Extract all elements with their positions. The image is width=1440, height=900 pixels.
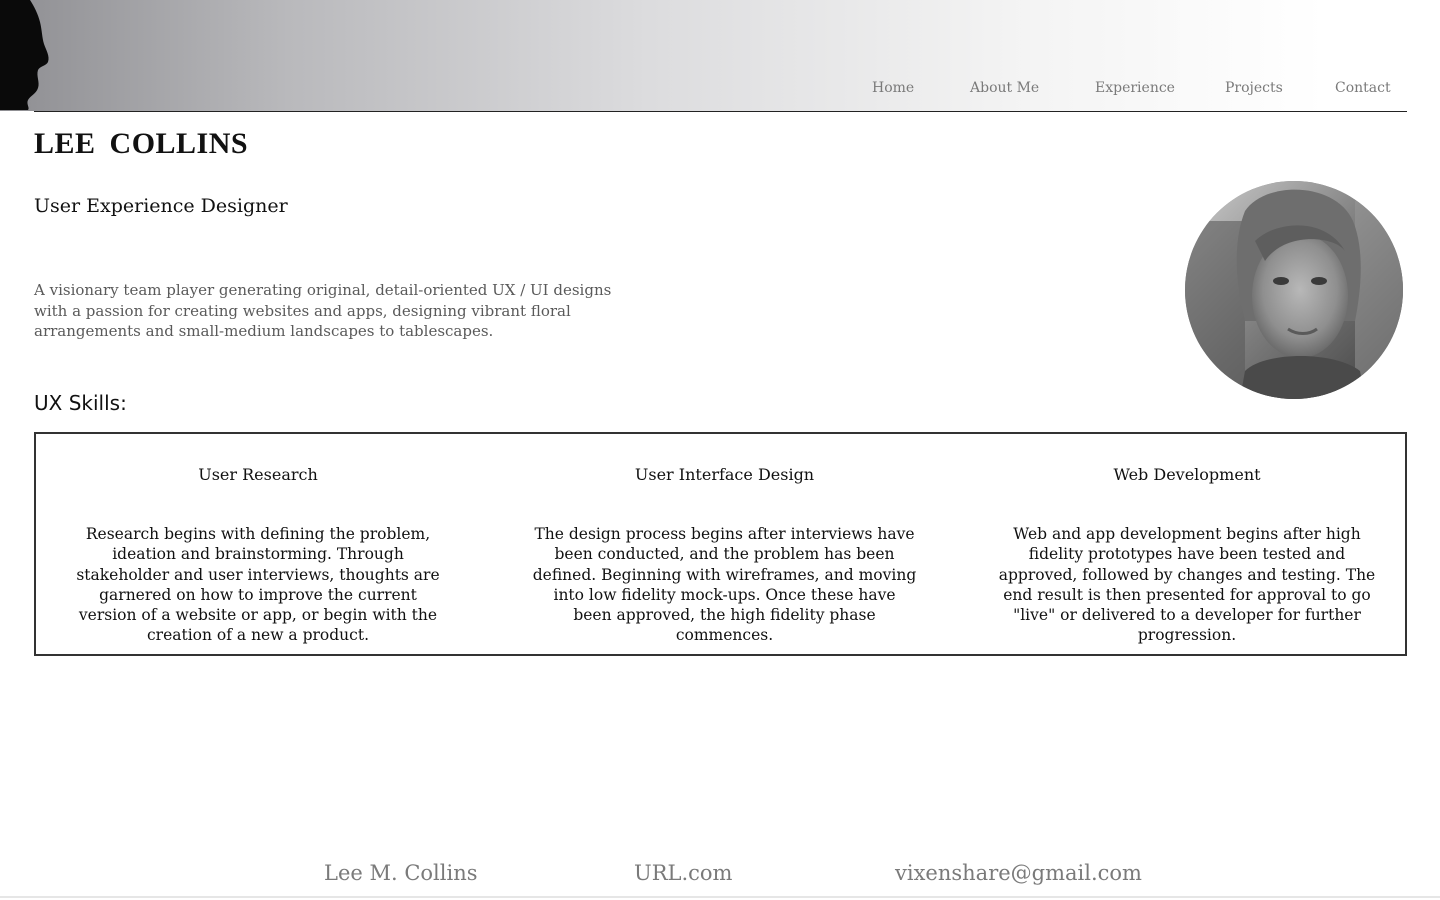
- profile-name: LEE COLLINS: [34, 127, 249, 160]
- skill-title: User Research: [198, 465, 318, 484]
- footer-email-link[interactable]: vixenshare@gmail.com: [895, 858, 1142, 888]
- nav-item-about-me[interactable]: About Me: [970, 78, 1039, 98]
- footer-url-link[interactable]: URL.com: [634, 858, 732, 888]
- nav-item-projects[interactable]: Projects: [1225, 78, 1283, 98]
- skill-title: User Interface Design: [634, 465, 815, 484]
- skill-description: The design process begins after intervie…: [532, 525, 917, 645]
- profile-intro: A visionary team player generating origi…: [34, 281, 612, 340]
- nav-item-experience[interactable]: Experience: [1095, 78, 1175, 98]
- skills-heading: UX Skills:: [34, 391, 127, 415]
- profile-role: User Experience Designer: [34, 195, 288, 217]
- footer: Lee M. Collins URL.com vixenshare@gmail.…: [0, 858, 1440, 890]
- footer-name: Lee M. Collins: [324, 861, 478, 885]
- skills-panel: User Research Research begins with defin…: [34, 432, 1407, 656]
- nav-item-home[interactable]: Home: [872, 78, 914, 98]
- header-divider: [34, 111, 1407, 112]
- skill-description: Research begins with defining the proble…: [76, 525, 440, 645]
- portfolio-page: Home About Me Experience Projects Contac…: [0, 0, 1440, 900]
- header-banner: Home About Me Experience Projects Contac…: [0, 0, 1440, 111]
- footer-divider: [0, 896, 1440, 898]
- main-nav: Home About Me Experience Projects Contac…: [0, 78, 1440, 100]
- skill-description: Web and app development begins after hig…: [998, 525, 1376, 645]
- avatar: [1185, 181, 1403, 399]
- skill-title: Web Development: [1113, 465, 1261, 484]
- nav-item-contact[interactable]: Contact: [1335, 78, 1391, 98]
- profile-photo: [1185, 181, 1403, 399]
